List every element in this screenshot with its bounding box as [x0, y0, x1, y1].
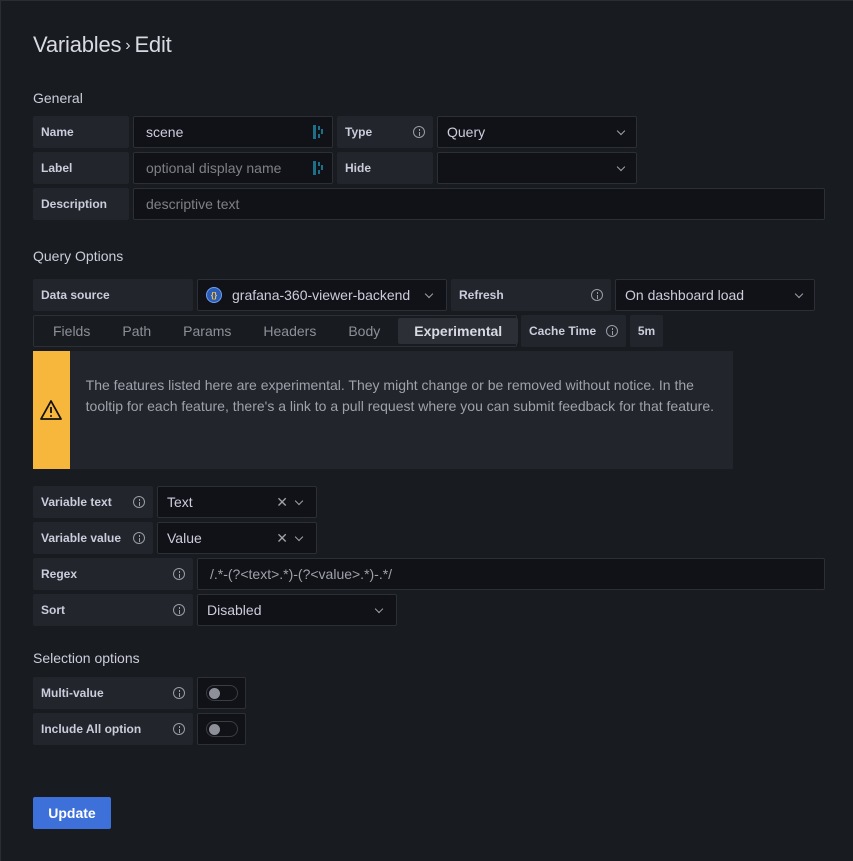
- type-label-text: Type: [345, 125, 373, 139]
- tab-path[interactable]: Path: [106, 318, 167, 344]
- datasource-logo-icon: {}: [206, 287, 222, 303]
- variable-value-label: Variable value: [33, 522, 153, 554]
- chevron-down-icon: [294, 496, 304, 505]
- name-input[interactable]: scene: [133, 116, 333, 148]
- tab-fields[interactable]: Fields: [34, 318, 106, 344]
- label-input[interactable]: optional display name: [133, 152, 333, 184]
- datasource-label-text: Data source: [41, 288, 110, 302]
- sort-label-text: Sort: [41, 603, 65, 617]
- name-label-text: Name: [41, 125, 74, 139]
- name-label: Name: [33, 116, 129, 148]
- chevron-down-icon: [794, 289, 804, 298]
- datasource-picker-value: grafana-360-viewer-backend: [232, 287, 411, 303]
- regex-input[interactable]: /.*-(?<text>.*)-(?<value>.*)-.*/: [197, 558, 825, 590]
- type-select[interactable]: Query: [437, 116, 637, 148]
- variable-insert-icon[interactable]: [313, 125, 324, 139]
- description-input[interactable]: descriptive text: [133, 188, 825, 220]
- cache-time-label-text: Cache Time: [529, 324, 597, 338]
- multi-value-toggle[interactable]: [205, 685, 238, 701]
- variable-text-label: Variable text: [33, 486, 153, 518]
- tab-experimental[interactable]: Experimental: [398, 318, 519, 344]
- info-icon[interactable]: [133, 532, 145, 544]
- experimental-warning-alert: The features listed here are experimenta…: [33, 351, 733, 469]
- info-icon[interactable]: [413, 126, 425, 138]
- type-label: Type: [337, 116, 433, 148]
- info-icon[interactable]: [173, 723, 185, 735]
- toggle-knob: [208, 687, 220, 699]
- update-button[interactable]: Update: [33, 797, 111, 829]
- breadcrumb-current: Edit: [134, 32, 172, 57]
- regex-label: Regex: [33, 558, 193, 590]
- variable-text-label-text: Variable text: [41, 495, 112, 509]
- description-label-text: Description: [41, 197, 108, 211]
- refresh-label: Refresh: [451, 279, 611, 311]
- chevron-down-icon: [424, 289, 434, 298]
- cache-time-value[interactable]: 5m: [630, 315, 663, 347]
- datasource-picker[interactable]: {} grafana-360-viewer-backend: [197, 279, 447, 311]
- info-icon[interactable]: [173, 604, 185, 616]
- variable-text-select[interactable]: Text ✕: [157, 486, 317, 518]
- variable-text-select-value: Text: [167, 494, 193, 510]
- multi-value-label: Multi-value: [33, 677, 193, 709]
- hide-select[interactable]: [437, 152, 637, 184]
- section-selection-options-title: Selection options: [33, 650, 140, 666]
- include-all-toggle[interactable]: [205, 721, 238, 737]
- chevron-down-icon: [294, 532, 304, 541]
- alert-icon-bar: [33, 351, 70, 469]
- include-all-label: Include All option: [33, 713, 193, 745]
- multi-value-label-text: Multi-value: [41, 686, 104, 700]
- type-select-value: Query: [447, 124, 486, 140]
- refresh-select[interactable]: On dashboard load: [615, 279, 815, 311]
- label-input-placeholder: optional display name: [146, 160, 282, 176]
- variable-value-select-value: Value: [167, 530, 202, 546]
- query-tabs: Fields Path Params Headers Body Experime…: [33, 315, 519, 347]
- info-icon[interactable]: [173, 568, 185, 580]
- chevron-down-icon: [616, 126, 626, 135]
- section-general-title: General: [33, 90, 83, 106]
- description-input-placeholder: descriptive text: [146, 196, 240, 212]
- multi-value-toggle-container: [197, 677, 246, 709]
- toggle-knob: [208, 723, 220, 735]
- section-query-options-title: Query Options: [33, 248, 124, 264]
- tab-body[interactable]: Body: [332, 318, 396, 344]
- sort-select[interactable]: Disabled: [197, 594, 397, 626]
- info-icon[interactable]: [173, 687, 185, 699]
- sort-select-value: Disabled: [207, 602, 262, 618]
- variable-value-select[interactable]: Value ✕: [157, 522, 317, 554]
- tab-headers[interactable]: Headers: [247, 318, 332, 344]
- page-title: Variables › Edit: [33, 32, 172, 58]
- sort-label: Sort: [33, 594, 193, 626]
- clear-icon[interactable]: ✕: [276, 494, 288, 511]
- warning-icon: [40, 400, 63, 420]
- label-label-text: Label: [41, 161, 73, 175]
- refresh-select-value: On dashboard load: [625, 287, 745, 303]
- name-input-value: scene: [146, 124, 184, 140]
- info-icon[interactable]: [606, 325, 618, 337]
- regex-input-value: /.*-(?<text>.*)-(?<value>.*)-.*/: [210, 566, 393, 582]
- cache-time-label: Cache Time: [521, 315, 626, 347]
- variable-insert-icon[interactable]: [313, 161, 324, 175]
- chevron-down-icon: [374, 604, 384, 613]
- tab-params[interactable]: Params: [167, 318, 247, 344]
- include-all-toggle-container: [197, 713, 246, 745]
- label-label: Label: [33, 152, 129, 184]
- include-all-label-text: Include All option: [41, 722, 142, 736]
- alert-message: The features listed here are experimenta…: [85, 377, 715, 414]
- chevron-down-icon: [616, 162, 626, 171]
- info-icon[interactable]: [591, 289, 603, 301]
- refresh-label-text: Refresh: [459, 288, 504, 302]
- variable-value-label-text: Variable value: [41, 531, 122, 545]
- breadcrumb-separator: ›: [125, 37, 131, 54]
- info-icon[interactable]: [133, 496, 145, 508]
- datasource-label: Data source: [33, 279, 193, 311]
- clear-icon[interactable]: ✕: [276, 530, 288, 547]
- hide-label: Hide: [337, 152, 433, 184]
- description-label: Description: [33, 188, 129, 220]
- breadcrumb-parent[interactable]: Variables: [33, 32, 121, 57]
- regex-label-text: Regex: [41, 567, 78, 581]
- hide-label-text: Hide: [345, 161, 372, 175]
